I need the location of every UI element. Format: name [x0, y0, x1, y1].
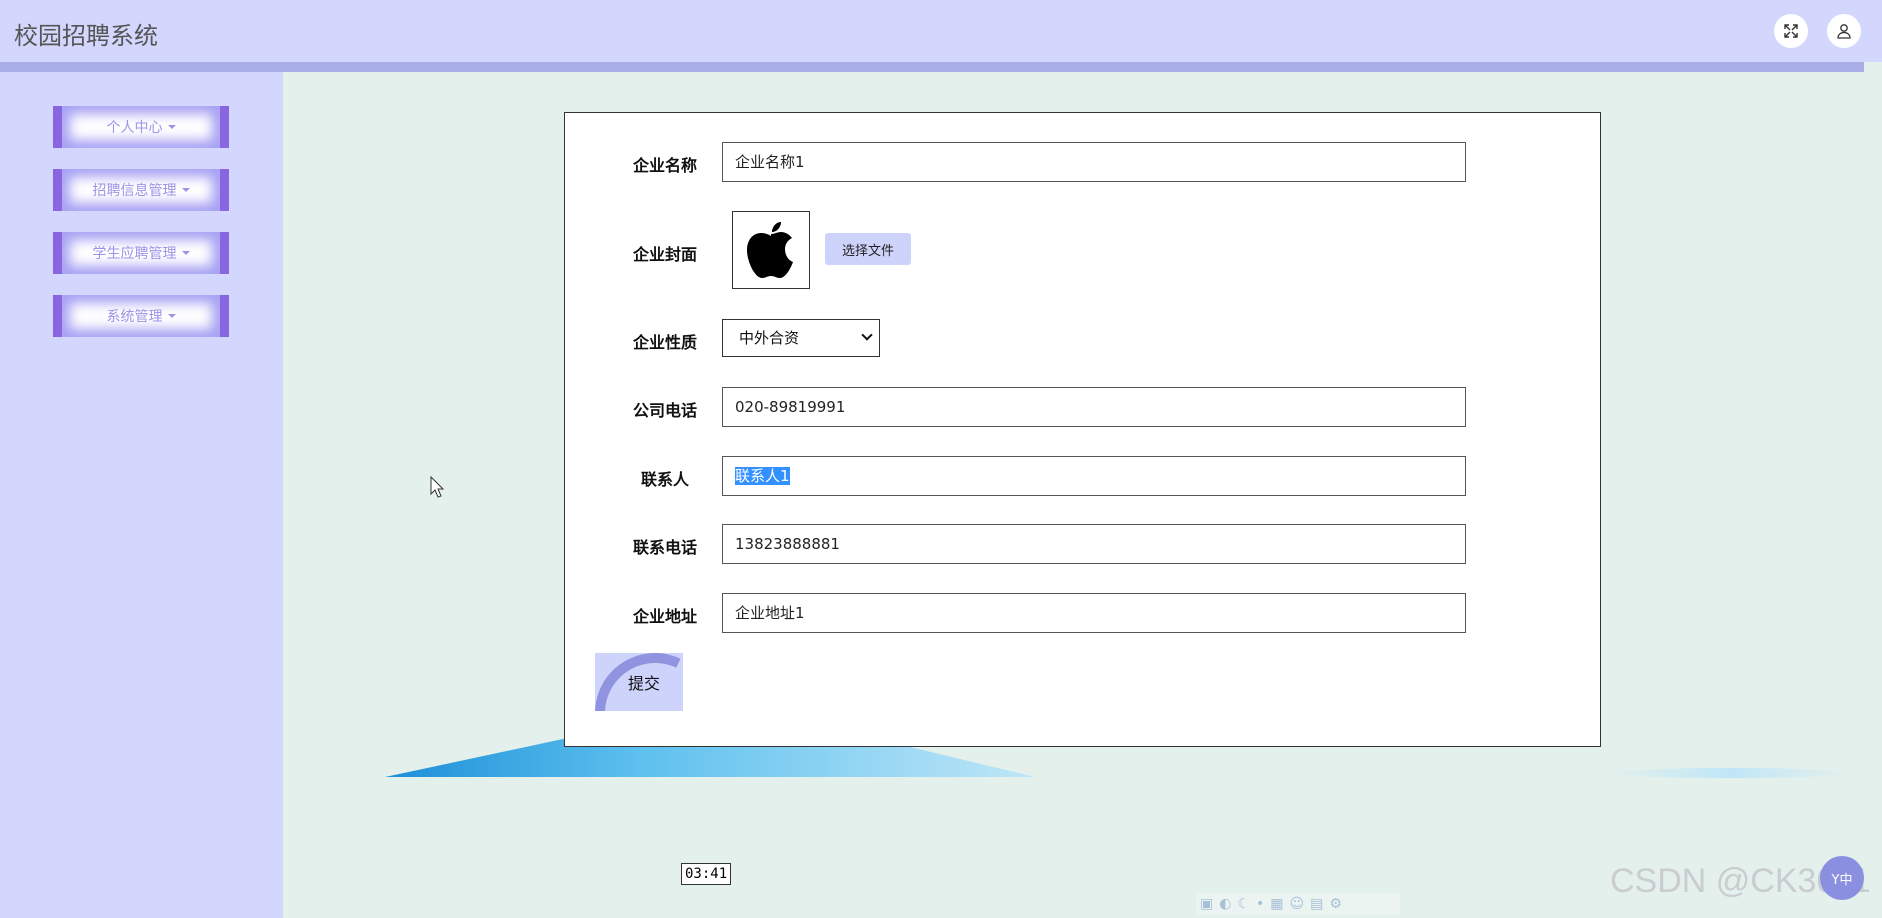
contact-phone-label: 联系电话 [632, 538, 697, 557]
user-icon [1837, 24, 1851, 39]
company-phone-label: 公司电话 [632, 401, 697, 420]
mouse-cursor-icon [430, 476, 444, 498]
sidebar-item-label: 学生应聘管理 [92, 246, 177, 262]
submit-label: 提交 [627, 674, 660, 693]
submit-button[interactable]: 提交 [595, 653, 683, 711]
sidebar-item-label: 个人中心 [106, 120, 163, 136]
caret-down-icon [167, 314, 176, 318]
sidebar-item-recruitment-info[interactable]: 招聘信息管理 [53, 169, 229, 211]
floating-button[interactable]: Y中 [1820, 856, 1864, 900]
contact-label: 联系人 [640, 470, 689, 489]
ime-logo-icon: ▣ [1200, 896, 1214, 912]
ime-keyboard-icon: ▦ [1270, 896, 1284, 912]
contact-phone-input[interactable]: 13823888881 [722, 524, 1466, 564]
company-phone-input[interactable]: 020-89819991 [722, 387, 1466, 427]
app-title: 校园招聘系统 [14, 22, 158, 50]
company-cover-label: 企业封面 [632, 245, 697, 264]
expand-icon [1784, 24, 1798, 38]
company-address-input[interactable]: 企业地址1 [722, 593, 1466, 633]
choose-file-button[interactable]: 选择文件 [825, 233, 911, 265]
ime-moon-icon: ☾ [1237, 896, 1251, 912]
sidebar-item-system-management[interactable]: 系统管理 [53, 295, 229, 337]
company-name-label: 企业名称 [632, 156, 697, 175]
company-nature-select[interactable]: 中外合资 [722, 319, 880, 357]
sidebar-item-personal-center[interactable]: 个人中心 [53, 106, 229, 148]
company-form: 企业名称 企业名称1 企业封面 选择文件 企业性质 中外合资 公司电话 020-… [564, 112, 1601, 747]
company-cover-preview [732, 211, 810, 289]
ime-punct-icon: • [1256, 896, 1265, 912]
apple-logo-icon [747, 222, 793, 278]
ime-skin-icon: ▤ [1310, 896, 1324, 912]
sidebar-item-label: 招聘信息管理 [92, 183, 177, 199]
header: 校园招聘系统 [0, 0, 1882, 62]
chevron-down-icon [861, 329, 873, 341]
ime-mode-icon: ◐ [1219, 896, 1232, 912]
company-name-input[interactable]: 企业名称1 [722, 142, 1466, 182]
caret-down-icon [181, 188, 190, 192]
selected-text: 联系人1 [735, 467, 790, 485]
sidebar: 个人中心 招聘信息管理 学生应聘管理 系统管理 [0, 72, 283, 918]
sidebar-item-student-applications[interactable]: 学生应聘管理 [53, 232, 229, 274]
company-nature-value: 中外合资 [739, 329, 800, 347]
ime-settings-icon: ⚙ [1329, 896, 1342, 912]
video-timestamp: 03:41 [681, 863, 732, 885]
ime-user-icon: ☺ [1289, 896, 1305, 912]
sidebar-item-label: 系统管理 [106, 309, 163, 325]
fullscreen-button[interactable] [1774, 14, 1808, 48]
caret-down-icon [181, 251, 190, 255]
ime-toolbar: ▣ ◐ ☾ • ▦ ☺ ▤ ⚙ [1196, 893, 1400, 915]
caret-down-icon [167, 125, 176, 129]
user-button[interactable] [1827, 14, 1861, 48]
company-nature-label: 企业性质 [632, 333, 697, 352]
company-address-label: 企业地址 [632, 607, 697, 626]
contact-input[interactable]: 联系人1 [722, 456, 1466, 496]
decorative-wave [1610, 768, 1850, 778]
header-strip [0, 62, 1864, 72]
